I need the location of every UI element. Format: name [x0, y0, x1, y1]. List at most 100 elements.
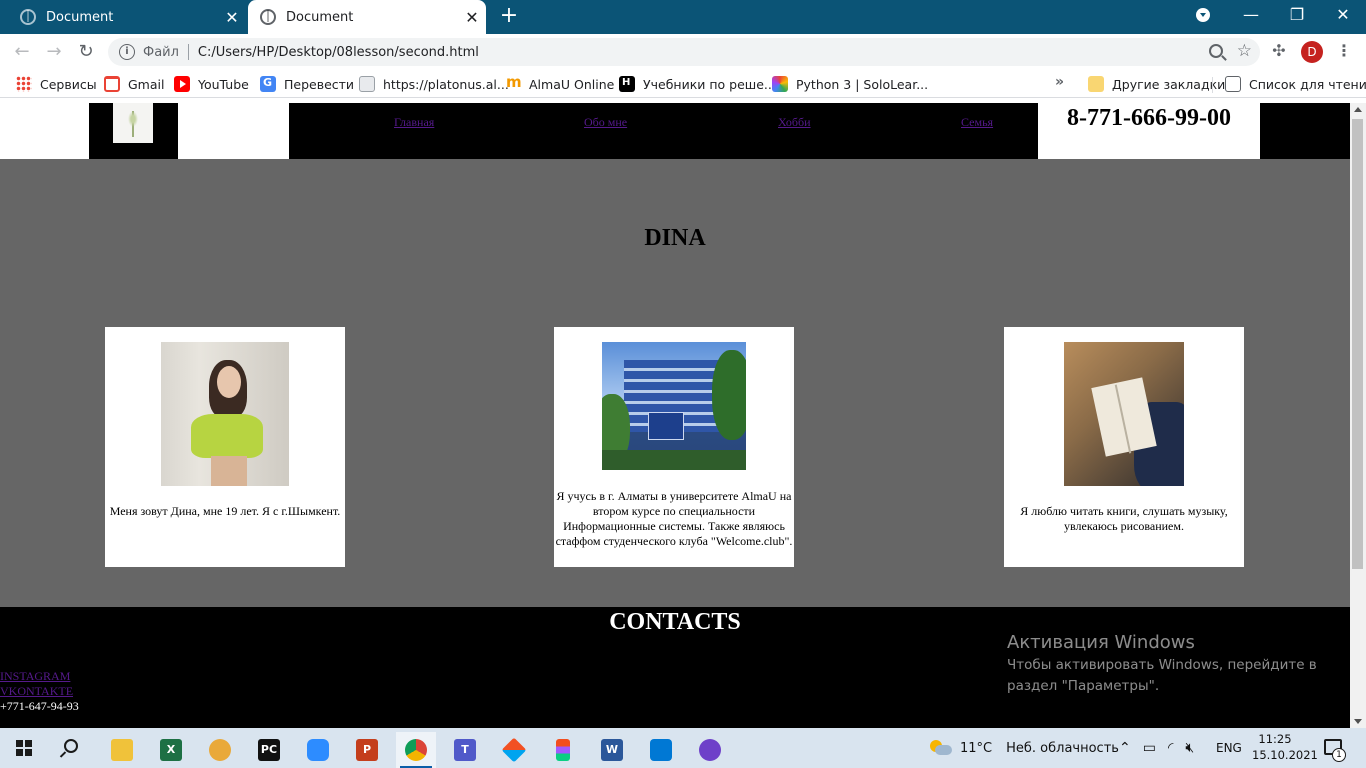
zoom-icon — [307, 739, 329, 761]
taskbar-excel[interactable]: X — [151, 732, 191, 768]
taskbar-file-explorer[interactable] — [102, 732, 142, 768]
bookmarks-bar: Сервисы Gmail YouTube Перевести https://… — [0, 70, 1366, 98]
info-icon[interactable]: i — [119, 44, 135, 60]
bookmark-label: Другие закладки — [1112, 76, 1226, 92]
info-card: Меня зовут Дина, мне 19 лет. Я с г.Шымке… — [105, 327, 345, 567]
more-bookmarks-chevron-icon[interactable]: » — [1055, 74, 1064, 90]
instagram-link[interactable]: INSTAGRAM — [0, 669, 70, 684]
scheme-label: Файл — [143, 44, 179, 60]
windows-taskbar: X PC P T W 11°C Неб. облачность ⌃ ▭ ◜ 🔇︎ — [0, 728, 1366, 768]
girl-photo — [161, 342, 289, 486]
card-caption: Меня зовут Дина, мне 19 лет. Я с г.Шымке… — [109, 504, 341, 518]
bookmark-item[interactable]: Перевести — [260, 75, 354, 93]
bookmark-label: Python 3 | SoloLear... — [796, 76, 929, 92]
language-indicator[interactable]: ENG — [1216, 728, 1242, 768]
vertical-scrollbar[interactable] — [1350, 103, 1366, 728]
chrome-icon — [405, 739, 427, 761]
taskbar-pycharm[interactable]: PC — [249, 732, 289, 768]
word-icon: W — [601, 739, 623, 761]
wifi-icon[interactable]: ◜ — [1168, 740, 1173, 756]
weather-desc: Неб. облачность — [1006, 740, 1119, 756]
weather-widget[interactable]: 11°C Неб. облачность — [930, 728, 1119, 768]
card-caption: Я учусь в г. Алматы в университете AlmaU… — [555, 489, 793, 548]
taskbar-figma[interactable] — [543, 732, 583, 768]
github-icon — [699, 739, 721, 761]
bookmark-item[interactable]: Учебники по реше... — [619, 75, 776, 93]
taskbar-word[interactable]: W — [592, 732, 632, 768]
browser-titlebar: Document ✕ Document ✕ + — ❐ ✕ — [0, 0, 1366, 34]
taskbar-app[interactable] — [494, 732, 534, 768]
powerpoint-icon: P — [356, 739, 378, 761]
new-tab-button[interactable]: + — [496, 3, 522, 29]
window-close-button[interactable]: ✕ — [1320, 0, 1366, 32]
back-button[interactable]: ← — [10, 40, 34, 64]
bookmark-label: Перевести — [284, 76, 355, 92]
restore-button[interactable]: ❐ — [1274, 0, 1320, 32]
logo — [89, 103, 178, 159]
windows-start-icon[interactable] — [16, 740, 32, 756]
profile-avatar[interactable]: D — [1301, 41, 1323, 63]
scroll-up-icon[interactable] — [1354, 107, 1362, 112]
info-card: Я учусь в г. Алматы в университете AlmaU… — [554, 327, 794, 567]
reading-list-icon — [1225, 76, 1241, 92]
platonus-icon — [359, 76, 375, 92]
menu-icon[interactable]: ⋮ — [1336, 40, 1352, 64]
taskbar-vscode[interactable] — [641, 732, 681, 768]
search-icon[interactable] — [64, 739, 78, 753]
gmail-icon — [104, 76, 120, 92]
tab-search-icon[interactable] — [1196, 8, 1216, 26]
excel-icon: X — [160, 739, 182, 761]
tab-active[interactable]: Document ✕ — [248, 0, 486, 34]
bookmark-item[interactable]: AlmaU Online — [505, 73, 615, 93]
bookmark-item[interactable]: https://platonus.al... — [359, 75, 509, 93]
bookmark-item[interactable]: YouTube — [174, 75, 249, 93]
taskbar-chrome[interactable] — [396, 732, 436, 768]
clock-time: 11:25 — [1258, 732, 1292, 746]
close-icon[interactable]: ✕ — [458, 8, 486, 27]
taskbar-zoom[interactable] — [298, 732, 338, 768]
header-phone: 8-771-666-99-00 — [1067, 105, 1231, 131]
apps-icon — [16, 76, 32, 92]
site-header: Главная Обо мне Хобби Семья 8-771-666-99… — [0, 103, 1350, 159]
nav-link-family[interactable]: Семья — [961, 115, 993, 130]
tab-title: Document — [286, 9, 354, 25]
bookmark-star-icon[interactable]: ☆ — [1237, 42, 1252, 60]
folder-icon — [111, 739, 133, 761]
url-text[interactable]: C:/Users/HP/Desktop/08lesson/second.html — [198, 45, 479, 60]
taskbar-github-desktop[interactable] — [690, 732, 730, 768]
nav-link-home[interactable]: Главная — [394, 115, 434, 130]
bookmark-item[interactable]: Gmail — [104, 75, 164, 93]
address-bar[interactable]: i Файл C:/Users/HP/Desktop/08lesson/seco… — [108, 38, 1260, 66]
taskbar-paint[interactable] — [200, 732, 240, 768]
bookmark-item[interactable]: Список для чтения — [1225, 75, 1366, 93]
minimize-button[interactable]: — — [1228, 0, 1274, 32]
reload-button[interactable]: ↻ — [74, 40, 98, 64]
browser-toolbar: ← → ↻ i Файл C:/Users/HP/Desktop/08lesso… — [0, 34, 1366, 70]
forward-button[interactable]: → — [42, 40, 66, 64]
bookmark-label: Список для чтения — [1249, 76, 1366, 92]
bookmark-label: AlmaU Online — [529, 76, 615, 92]
clock[interactable]: 11:25 15.10.2021 — [1252, 731, 1318, 763]
watermark-title: Активация Windows — [1007, 632, 1195, 653]
bookmark-item[interactable]: Другие закладки — [1088, 75, 1225, 93]
extensions-icon[interactable]: ✣ — [1270, 42, 1288, 60]
close-icon[interactable]: ✕ — [218, 8, 246, 27]
clock-date: 15.10.2021 — [1252, 748, 1318, 762]
bookmark-item[interactable]: Python 3 | SoloLear... — [772, 75, 928, 93]
university-photo — [602, 342, 746, 470]
chevron-up-icon[interactable]: ⌃ — [1119, 740, 1131, 756]
taskbar-powerpoint[interactable]: P — [347, 732, 387, 768]
header-filler — [1260, 103, 1350, 159]
bookmark-item[interactable]: Сервисы — [16, 75, 97, 93]
taskbar-teams[interactable]: T — [445, 732, 485, 768]
battery-icon[interactable]: ▭ — [1143, 740, 1156, 756]
nav-link-hobby[interactable]: Хобби — [778, 115, 811, 130]
nav-link-about[interactable]: Обо мне — [584, 115, 627, 130]
zoom-icon[interactable] — [1208, 44, 1223, 58]
tab-inactive[interactable]: Document ✕ — [8, 0, 246, 34]
volume-muted-icon[interactable]: 🔇︎ — [1185, 740, 1194, 756]
vkontakte-link[interactable]: VKONTAKTE — [0, 684, 73, 699]
scroll-down-icon[interactable] — [1354, 719, 1362, 724]
scrollbar-thumb[interactable] — [1352, 119, 1363, 569]
main-section: DINA Меня зовут Дина, мне 19 лет. Я с г.… — [0, 159, 1350, 607]
